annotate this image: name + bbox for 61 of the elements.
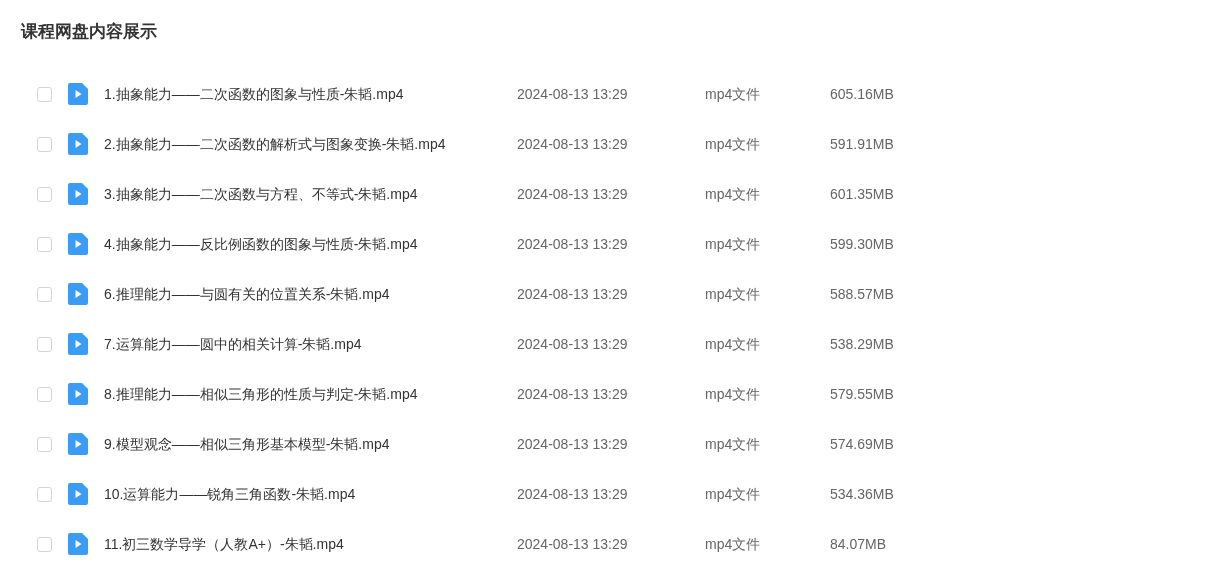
video-file-icon [68, 233, 88, 255]
file-name[interactable]: 7.运算能力——圆中的相关计算-朱韬.mp4 [104, 335, 362, 352]
video-file-icon [68, 483, 88, 505]
file-size: 534.36MB [830, 484, 894, 504]
modified-date: 2024-08-13 13:29 [517, 185, 628, 202]
file-name[interactable]: 1.抽象能力——二次函数的图象与性质-朱韬.mp4 [104, 85, 404, 102]
file-size: 538.29MB [830, 334, 894, 354]
modified-date: 2024-08-13 13:29 [517, 335, 628, 352]
file-name[interactable]: 8.推理能力——相似三角形的性质与判定-朱韬.mp4 [104, 385, 418, 402]
file-type: mp4文件 [705, 285, 761, 302]
file-size: 591.91MB [830, 134, 894, 154]
video-file-icon [68, 133, 88, 155]
file-size: 599.30MB [830, 234, 894, 254]
video-file-icon [68, 183, 88, 205]
checkbox[interactable] [37, 236, 52, 252]
checkbox[interactable] [37, 336, 52, 352]
file-type: mp4文件 [705, 435, 761, 452]
file-type: mp4文件 [705, 335, 761, 352]
modified-date: 2024-08-13 13:29 [517, 235, 628, 252]
checkbox[interactable] [37, 186, 52, 202]
file-size: 574.69MB [830, 434, 894, 454]
file-name[interactable]: 2.抽象能力——二次函数的解析式与图象变换-朱韬.mp4 [104, 135, 446, 152]
checkbox[interactable] [37, 536, 52, 552]
file-size: 579.55MB [830, 384, 894, 404]
video-file-icon [68, 83, 88, 105]
file-name[interactable]: 10.运算能力——锐角三角函数-朱韬.mp4 [104, 485, 356, 502]
file-type: mp4文件 [705, 485, 761, 502]
file-name[interactable]: 4.抽象能力——反比例函数的图象与性质-朱韬.mp4 [104, 235, 418, 252]
file-size: 588.57MB [830, 284, 894, 304]
file-type: mp4文件 [705, 85, 761, 102]
checkbox[interactable] [37, 486, 52, 502]
checkbox[interactable] [37, 286, 52, 302]
video-file-icon [68, 383, 88, 405]
file-size: 601.35MB [830, 184, 894, 204]
checkbox[interactable] [37, 386, 52, 402]
file-name[interactable]: 11.初三数学导学（人教A+）-朱韬.mp4 [104, 535, 344, 552]
modified-date: 2024-08-13 13:29 [517, 535, 628, 552]
file-name[interactable]: 6.推理能力——与圆有关的位置关系-朱韬.mp4 [104, 285, 390, 302]
video-file-icon [68, 333, 88, 355]
file-name[interactable]: 3.抽象能力——二次函数与方程、不等式-朱韬.mp4 [104, 185, 418, 202]
file-name[interactable]: 9.模型观念——相似三角形基本模型-朱韬.mp4 [104, 435, 390, 452]
checkbox[interactable] [37, 136, 52, 152]
modified-date: 2024-08-13 13:29 [517, 485, 628, 502]
page-title: 课程网盘内容展示 [21, 21, 157, 43]
modified-date: 2024-08-13 13:29 [517, 285, 628, 302]
modified-date: 2024-08-13 13:29 [517, 85, 628, 102]
file-type: mp4文件 [705, 235, 761, 252]
file-type: mp4文件 [705, 185, 761, 202]
checkbox[interactable] [37, 436, 52, 452]
modified-date: 2024-08-13 13:29 [517, 435, 628, 452]
video-file-icon [68, 283, 88, 305]
file-type: mp4文件 [705, 135, 761, 152]
file-type: mp4文件 [705, 385, 761, 402]
modified-date: 2024-08-13 13:29 [517, 385, 628, 402]
video-file-icon [68, 433, 88, 455]
file-type: mp4文件 [705, 535, 761, 552]
modified-date: 2024-08-13 13:29 [517, 135, 628, 152]
file-size: 84.07MB [830, 534, 887, 554]
video-file-icon [68, 533, 88, 555]
checkbox[interactable] [37, 86, 52, 102]
file-size: 605.16MB [830, 84, 894, 104]
